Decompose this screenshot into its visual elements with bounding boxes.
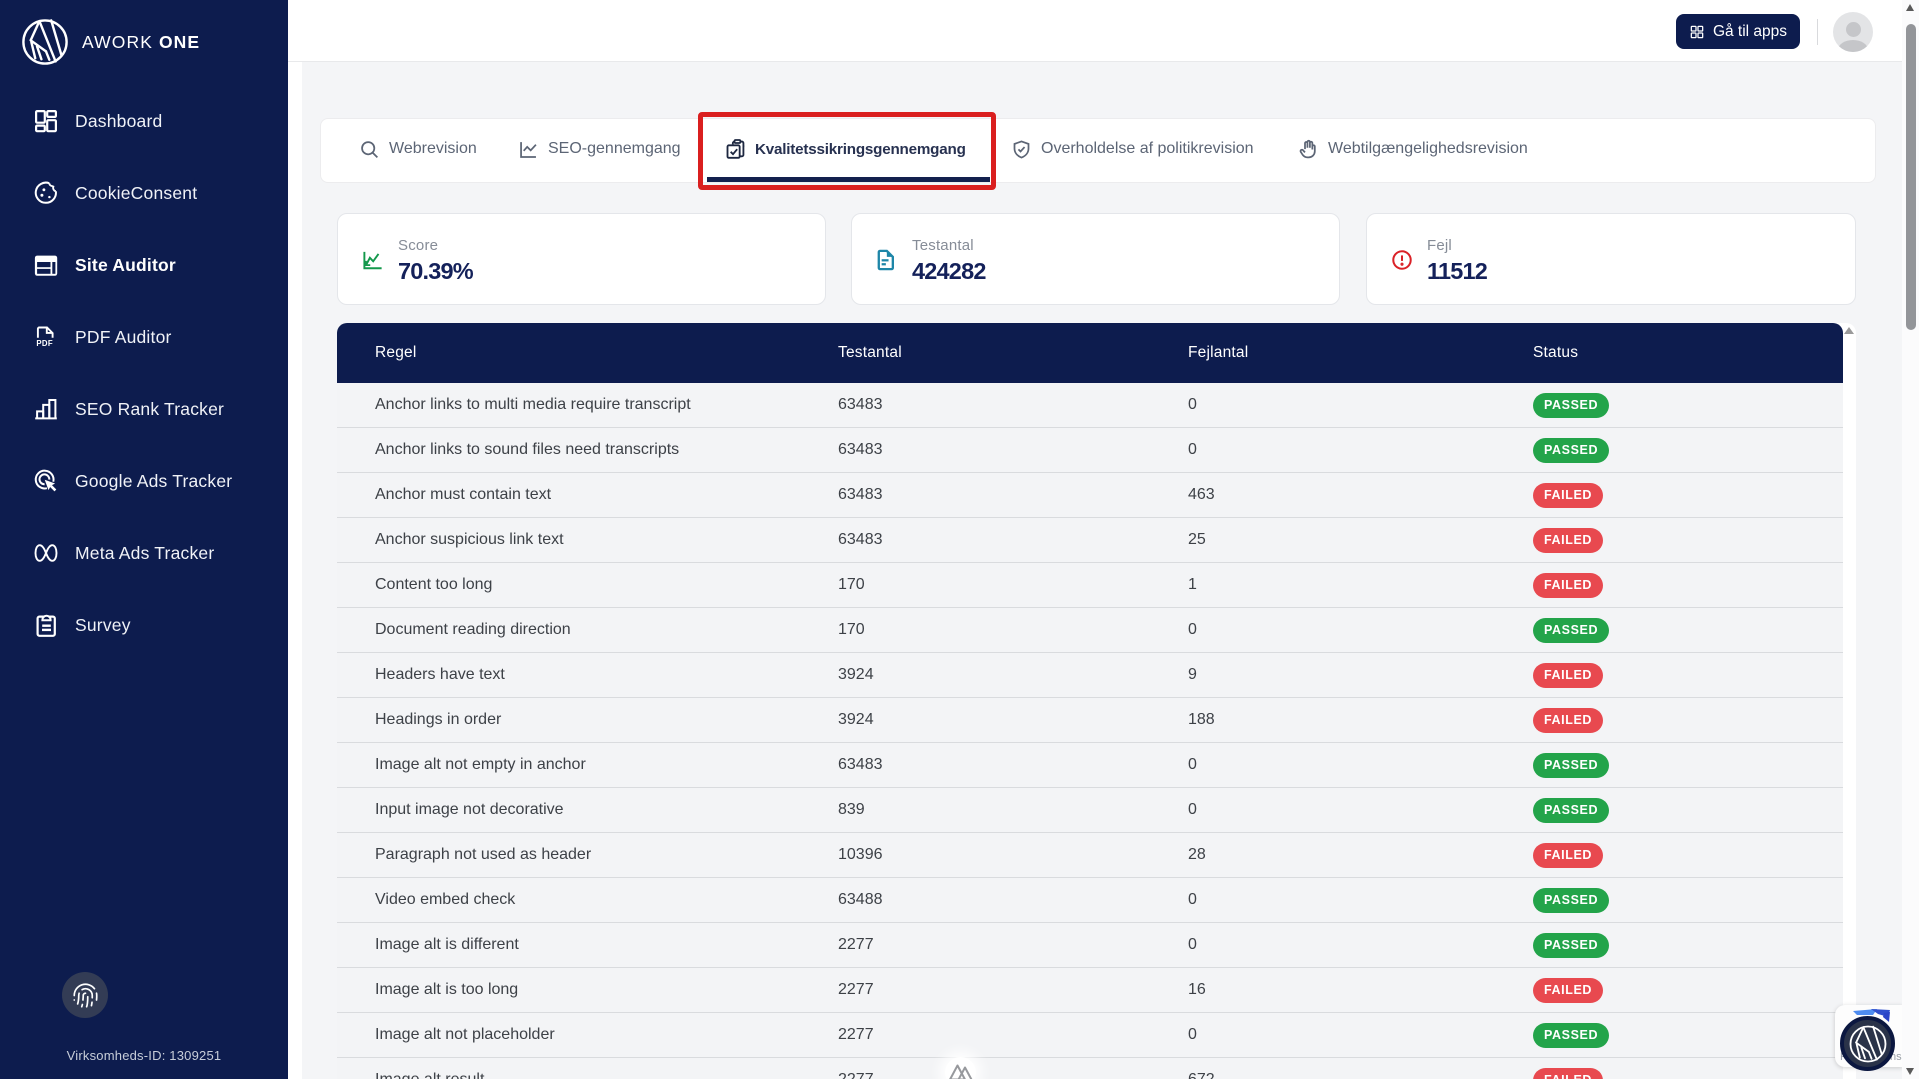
- svg-text:PDF: PDF: [36, 339, 53, 348]
